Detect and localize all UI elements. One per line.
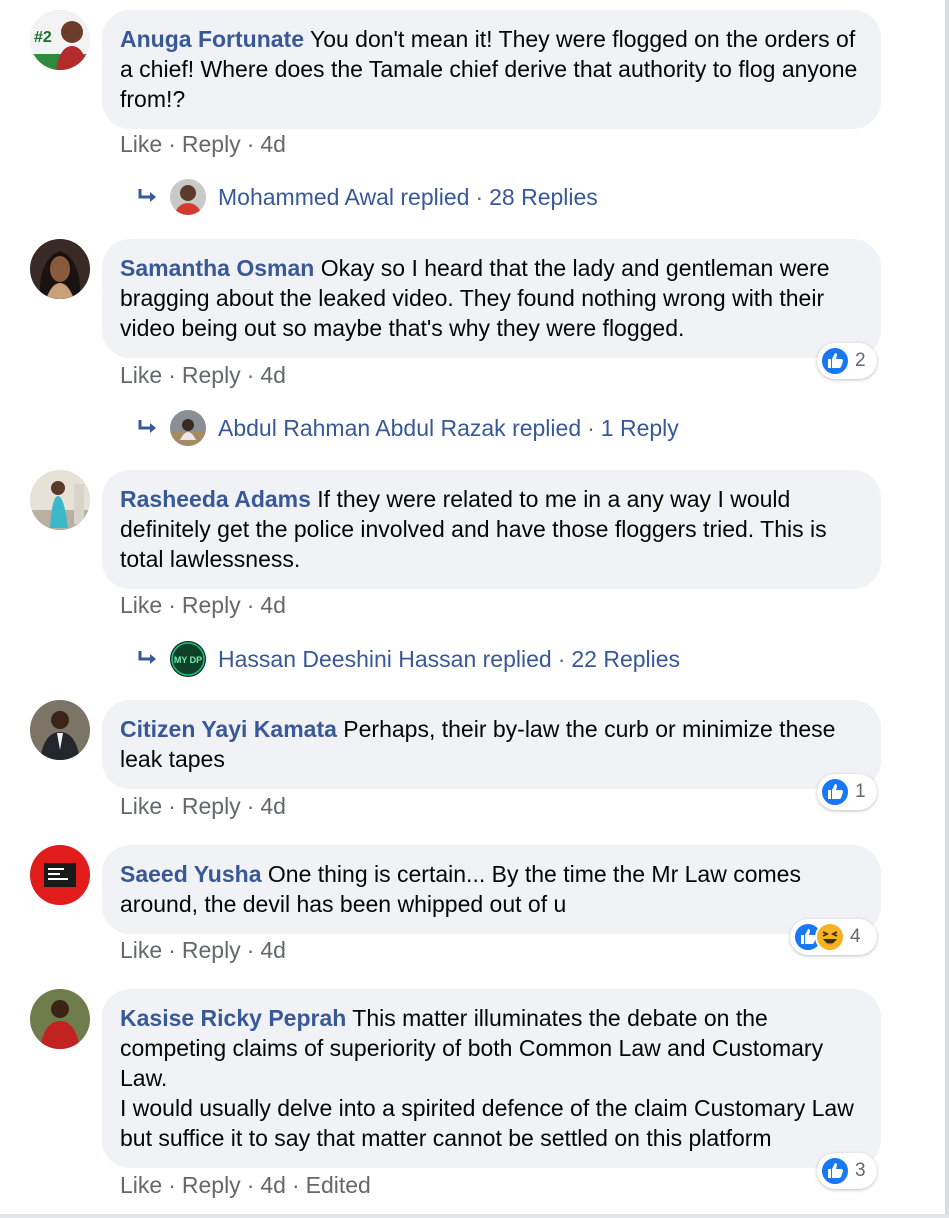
haha-icon: [815, 922, 845, 952]
comment-bubble: Saeed Yusha One thing is certain... By t…: [102, 845, 881, 934]
avatar[interactable]: [30, 845, 90, 905]
comment-actions: Like · Reply · 4d: [120, 793, 286, 819]
like-icon: [820, 1156, 850, 1186]
comment-timestamp[interactable]: 4d: [260, 362, 286, 388]
like-link[interactable]: Like: [120, 592, 162, 618]
comment-actions: Like · Reply · 4d: [120, 937, 286, 963]
comment-author[interactable]: Rasheeda Adams: [120, 486, 311, 512]
view-replies-row[interactable]: Mohammed Awal replied · 28 Replies: [0, 178, 949, 218]
comment-bubble: Rasheeda Adams If they were related to m…: [102, 470, 881, 589]
reply-count[interactable]: 22 Replies: [571, 646, 680, 672]
avatar[interactable]: [30, 470, 90, 530]
comment-bubble: Anuga Fortunate You don't mean it! They …: [102, 10, 881, 129]
like-link[interactable]: Like: [120, 131, 162, 157]
replier-name[interactable]: Hassan Deeshini Hassan replied: [218, 646, 552, 672]
like-link[interactable]: Like: [120, 1172, 162, 1198]
page-edge-bottom: [0, 1214, 949, 1218]
reaction-summary[interactable]: 4: [790, 919, 877, 955]
view-replies-row[interactable]: Abdul Rahman Abdul Razak replied · 1 Reply: [0, 409, 949, 449]
like-icon: [820, 346, 850, 376]
reply-arrow-icon: [138, 651, 156, 664]
avatar[interactable]: #2: [30, 10, 90, 70]
like-link[interactable]: Like: [120, 793, 162, 819]
replier-avatar: [170, 410, 206, 446]
view-replies-row[interactable]: MY DP Hassan Deeshini Hassan replied · 22 …: [0, 640, 949, 680]
reaction-summary[interactable]: 2: [817, 343, 877, 379]
user-avatar-image: [30, 989, 90, 1049]
comment-author[interactable]: Kasise Ricky Peprah: [120, 1005, 346, 1031]
reply-link[interactable]: Reply: [182, 1172, 241, 1198]
comment-author[interactable]: Samantha Osman: [120, 255, 314, 281]
comment-actions: Like · Reply · 4d: [120, 131, 286, 157]
comment-timestamp[interactable]: 4d: [260, 937, 286, 963]
comment-actions: Like · Reply · 4d: [120, 592, 286, 618]
reply-link[interactable]: Reply: [182, 937, 241, 963]
svg-text:MY DP: MY DP: [174, 655, 202, 665]
comment-timestamp[interactable]: 4d: [260, 592, 286, 618]
comment-actions: Like · Reply · 4d · Edited: [120, 1172, 371, 1198]
user-avatar-image: [30, 239, 90, 299]
reply-arrow-icon: [138, 189, 156, 202]
like-icon: [820, 777, 850, 807]
comment-bubble: Citizen Yayi Kamata Perhaps, their by-la…: [102, 700, 881, 789]
reaction-count: 4: [850, 926, 861, 947]
comment-bubble: Samantha Osman Okay so I heard that the …: [102, 239, 881, 358]
edited-label[interactable]: Edited: [306, 1172, 371, 1198]
comment-timestamp[interactable]: 4d: [260, 1172, 286, 1198]
reaction-summary[interactable]: 3: [817, 1153, 877, 1189]
comment-bubble: Kasise Ricky Peprah This matter illumina…: [102, 989, 881, 1168]
reply-link[interactable]: Reply: [182, 362, 241, 388]
avatar[interactable]: [30, 239, 90, 299]
reply-link[interactable]: Reply: [182, 793, 241, 819]
replier-avatar: MY DP: [170, 641, 206, 677]
replier-name[interactable]: Abdul Rahman Abdul Razak replied: [218, 415, 581, 441]
reaction-count: 2: [855, 350, 866, 371]
user-avatar-image: [30, 845, 90, 905]
reply-link[interactable]: Reply: [182, 131, 241, 157]
svg-text:#2: #2: [34, 29, 52, 46]
reply-arrow-icon: [138, 420, 156, 433]
user-avatar-image: [30, 700, 90, 760]
comment-text-paragraph: I would usually delve into a spirited de…: [120, 1095, 854, 1151]
reaction-count: 1: [855, 781, 866, 802]
reply-count[interactable]: 1 Reply: [601, 415, 679, 441]
like-link[interactable]: Like: [120, 937, 162, 963]
replier-avatar: [170, 179, 206, 215]
reply-count[interactable]: 28 Replies: [489, 184, 598, 210]
comment-author[interactable]: Anuga Fortunate: [120, 26, 304, 52]
comment-timestamp[interactable]: 4d: [260, 793, 286, 819]
like-link[interactable]: Like: [120, 362, 162, 388]
comment-timestamp[interactable]: 4d: [260, 131, 286, 157]
user-avatar-image: #2: [30, 10, 90, 70]
comment-author[interactable]: Saeed Yusha: [120, 861, 262, 887]
reaction-summary[interactable]: 1: [817, 774, 877, 810]
comment-author[interactable]: Citizen Yayi Kamata: [120, 716, 337, 742]
reply-link[interactable]: Reply: [182, 592, 241, 618]
user-avatar-image: [30, 470, 90, 530]
replier-name[interactable]: Mohammed Awal replied: [218, 184, 469, 210]
reaction-count: 3: [855, 1160, 866, 1181]
avatar[interactable]: [30, 989, 90, 1049]
comment-actions: Like · Reply · 4d: [120, 362, 286, 388]
avatar[interactable]: [30, 700, 90, 760]
